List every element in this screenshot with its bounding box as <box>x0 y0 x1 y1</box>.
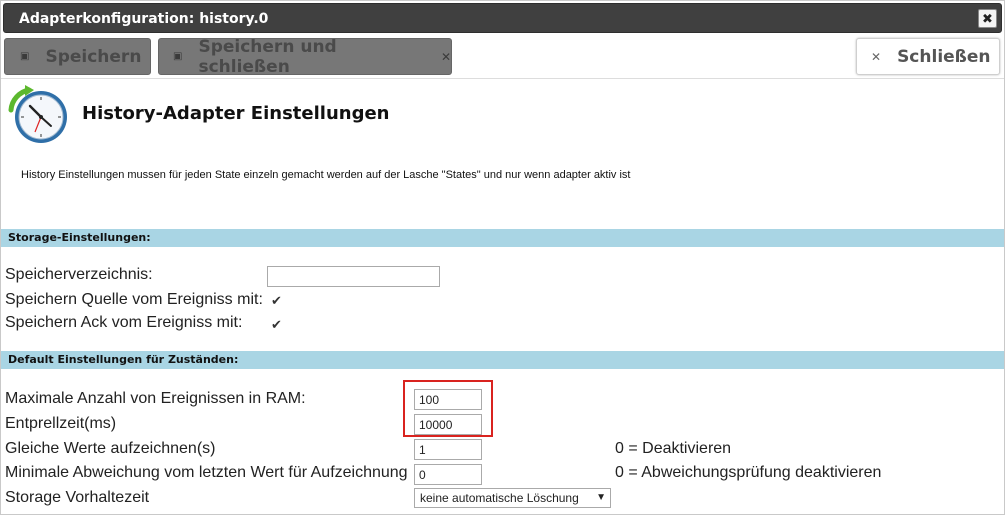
max-events-input[interactable] <box>414 389 482 410</box>
retention-select-value: keine automatische Löschung <box>420 491 579 505</box>
info-text: History Einstellungen mussen für jeden S… <box>21 169 631 181</box>
storage-section-header: Storage-Einstellungen: <box>1 229 1004 247</box>
disk-icon: ▣ <box>20 51 30 62</box>
clock-icon <box>8 85 67 143</box>
close-button-label: Schließen <box>897 46 991 67</box>
storage-dir-label: Speicherverzeichnis: <box>5 266 153 283</box>
disk-icon: ▣ <box>173 51 183 62</box>
save-button[interactable]: ▣ Speichern <box>4 38 151 75</box>
same-values-note: 0 = Deaktivieren <box>615 440 732 457</box>
storage-dir-input[interactable] <box>267 266 440 287</box>
min-change-label: Minimale Abweichung vom letzten Wert für… <box>5 464 408 481</box>
close-icon: ✕ <box>440 49 451 64</box>
save-source-checkbox[interactable]: ✔ <box>271 294 284 307</box>
retention-select[interactable]: keine automatische Löschung ▼ <box>414 488 611 508</box>
close-button[interactable]: ✕ Schließen <box>856 38 1000 75</box>
dialog-title: Adapterkonfiguration: history.0 <box>19 11 269 27</box>
min-change-input[interactable] <box>414 464 482 485</box>
same-values-input[interactable] <box>414 439 482 460</box>
save-and-close-label: Speichern und schließen <box>198 36 337 77</box>
save-ack-checkbox[interactable]: ✔ <box>271 318 284 331</box>
title-bar: Adapterkonfiguration: history.0 ✖ <box>3 3 1002 33</box>
debounce-input[interactable] <box>414 414 482 435</box>
page-title: History-Adapter Einstellungen <box>82 103 390 124</box>
retention-label: Storage Vorhaltezeit <box>5 489 150 506</box>
save-button-label: Speichern <box>45 46 142 67</box>
max-events-label: Maximale Anzahl von Ereignissen in RAM: <box>5 390 306 407</box>
close-icon[interactable]: ✖ <box>978 9 997 28</box>
same-values-label: Gleiche Werte aufzeichnen(s) <box>5 440 216 457</box>
debounce-label: Entprellzeit(ms) <box>5 415 117 432</box>
chevron-down-icon: ▼ <box>596 492 606 503</box>
save-source-label: Speichern Quelle vom Ereigniss mit: <box>5 291 263 308</box>
toolbar: ▣ Speichern ▣ Speichern und schließen ✕ … <box>1 34 1004 79</box>
save-and-close-button[interactable]: ▣ Speichern und schließen ✕ <box>158 36 452 77</box>
close-icon: ✕ <box>871 49 882 64</box>
defaults-section-header: Default Einstellungen für Zuständen: <box>1 351 1004 369</box>
min-change-note: 0 = Abweichungsprüfung deaktivieren <box>615 464 882 481</box>
save-ack-label: Speichern Ack vom Ereigniss mit: <box>5 314 243 331</box>
